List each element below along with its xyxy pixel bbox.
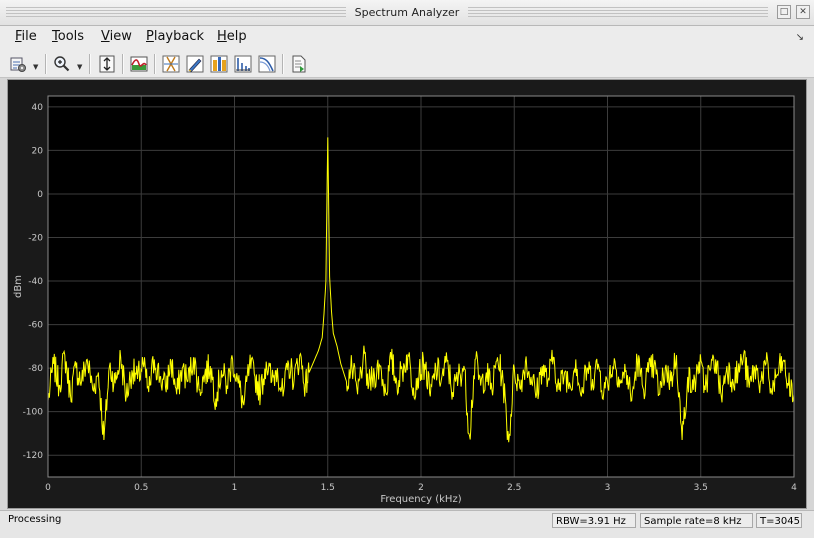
menu-file[interactable]: File <box>13 29 39 44</box>
y-tick-label: -120 <box>23 451 44 461</box>
x-tick-labels: 0 0.5 1 1.5 2 2.5 3 3.5 4 <box>45 483 797 493</box>
x-tick-label: 1 <box>232 483 238 493</box>
y-tick-label: -80 <box>28 364 43 374</box>
menu-view[interactable]: View <box>99 29 134 44</box>
sample-rate-readout: Sample rate=8 kHz <box>640 513 753 528</box>
generate-script-icon[interactable] <box>289 54 309 74</box>
x-tick-label: 0 <box>45 483 51 493</box>
time-readout: T=3045 <box>756 513 802 528</box>
menu-help[interactable]: Help <box>215 29 249 44</box>
toolbar: ▼ ▼ <box>0 50 814 78</box>
menu-bar: File Tools View Playback Help ↘ <box>0 26 814 50</box>
toolbar-separator <box>154 54 155 74</box>
y-tick-label: -60 <box>28 321 43 331</box>
y-tick-label: 40 <box>32 103 44 113</box>
x-tick-label: 2 <box>418 483 424 493</box>
x-tick-label: 3.5 <box>694 483 708 493</box>
zoom-dropdown-arrow-icon[interactable]: ▼ <box>77 63 82 71</box>
toolbar-separator <box>282 54 283 74</box>
channel-measurements-icon[interactable] <box>209 54 229 74</box>
y-tick-labels: 40 20 0 -20 -40 -60 -80 -100 -120 <box>23 103 44 461</box>
toolbar-separator <box>122 54 123 74</box>
x-tick-label: 1.5 <box>321 483 335 493</box>
window-title: Spectrum Analyzer <box>354 6 460 19</box>
dock-figure-icon[interactable]: ↘ <box>796 32 804 43</box>
spectrum-chart[interactable]: 0 0.5 1 1.5 2 2.5 3 3.5 4 40 20 0 -20 -40 -60 -80 -100 -… <box>8 80 806 508</box>
x-tick-label: 0.5 <box>134 483 148 493</box>
y-tick-label: -40 <box>28 277 43 287</box>
cursor-measurements-icon[interactable] <box>161 54 181 74</box>
rbw-readout: RBW=3.91 Hz <box>552 513 636 528</box>
x-axis-label: Frequency (kHz) <box>380 494 461 505</box>
toolbar-separator <box>89 54 90 74</box>
status-bar: Processing RBW=3.91 Hz Sample rate=8 kHz… <box>0 510 814 538</box>
x-tick-label: 3 <box>605 483 611 493</box>
status-text: Processing <box>8 514 62 525</box>
y-tick-label: -100 <box>23 408 44 418</box>
menu-playback[interactable]: Playback <box>144 29 206 44</box>
menu-tools[interactable]: Tools <box>50 29 86 44</box>
x-tick-label: 4 <box>791 483 797 493</box>
spectrum-display-icon[interactable] <box>129 54 149 74</box>
distortion-measurements-icon[interactable] <box>233 54 253 74</box>
close-button[interactable]: ✕ <box>796 5 810 19</box>
x-tick-label: 2.5 <box>507 483 521 493</box>
y-axis-label: dBm <box>13 275 24 298</box>
y-tick-label: 20 <box>32 146 44 156</box>
spectrum-plot-panel: 0 0.5 1 1.5 2 2.5 3 3.5 4 40 20 0 -20 -40 -60 -80 -100 -… <box>7 79 807 509</box>
spectrum-settings-icon[interactable] <box>8 54 28 74</box>
scale-y-axis-icon[interactable] <box>97 54 117 74</box>
window-title-bar[interactable]: Spectrum Analyzer □ ✕ <box>0 0 814 26</box>
zoom-in-icon[interactable] <box>52 54 72 74</box>
maximize-button[interactable]: □ <box>777 5 791 19</box>
y-tick-label: 0 <box>37 190 43 200</box>
settings-dropdown-arrow-icon[interactable]: ▼ <box>33 63 38 71</box>
toolbar-separator <box>45 54 46 74</box>
peak-finder-icon[interactable] <box>185 54 205 74</box>
ccdf-measurements-icon[interactable] <box>257 54 277 74</box>
y-tick-label: -20 <box>28 234 43 244</box>
